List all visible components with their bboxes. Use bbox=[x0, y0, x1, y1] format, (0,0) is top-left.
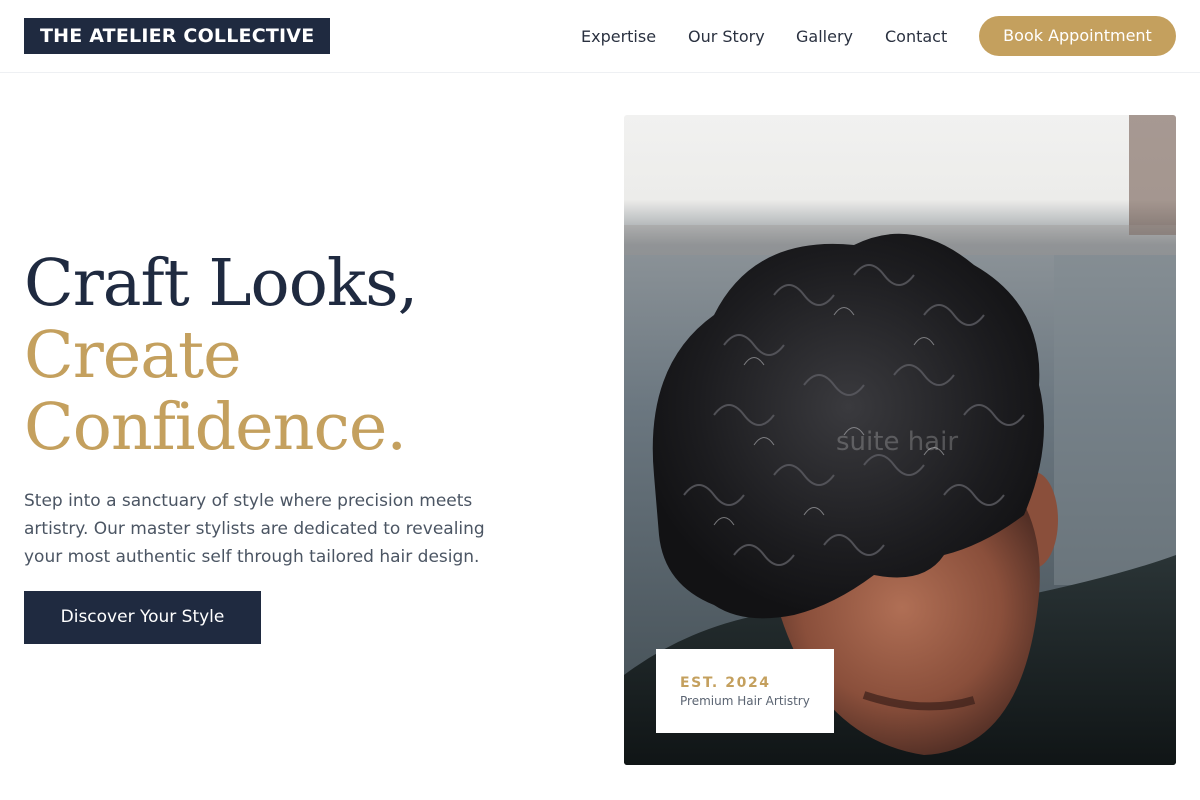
headline-line-1: Craft Looks, bbox=[24, 246, 418, 321]
nav-contact-link[interactable]: Contact bbox=[885, 27, 947, 46]
site-header: THE ATELIER COLLECTIVE Expertise Our Sto… bbox=[0, 0, 1200, 73]
image-watermark: suite hair bbox=[836, 427, 959, 457]
badge-established-year: EST. 2024 bbox=[680, 675, 771, 691]
nav-gallery-link[interactable]: Gallery bbox=[796, 27, 853, 46]
book-appointment-button[interactable]: Book Appointment bbox=[979, 16, 1176, 56]
headline-line-2: Create bbox=[24, 318, 242, 393]
site-logo[interactable]: THE ATELIER COLLECTIVE bbox=[24, 18, 331, 54]
established-badge: EST. 2024 Premium Hair Artistry bbox=[656, 649, 834, 733]
nav-our-story-link[interactable]: Our Story bbox=[688, 27, 765, 46]
hero-headline: Craft Looks, Create Confidence. bbox=[24, 248, 584, 464]
headline-line-3: Confidence. bbox=[24, 390, 407, 465]
nav-expertise-link[interactable]: Expertise bbox=[581, 27, 656, 46]
hero-description: Step into a sanctuary of style where pre… bbox=[24, 491, 485, 567]
discover-style-button[interactable]: Discover Your Style bbox=[24, 591, 261, 644]
badge-subtitle: Premium Hair Artistry bbox=[680, 694, 810, 708]
